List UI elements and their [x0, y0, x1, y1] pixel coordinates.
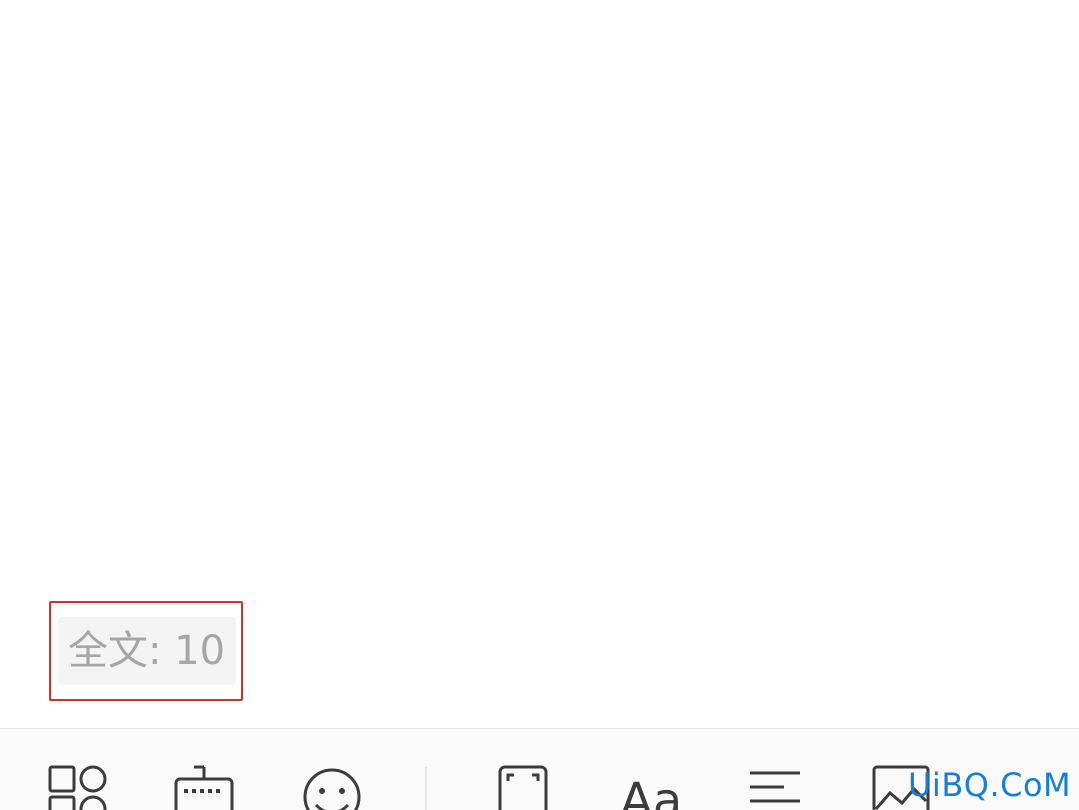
font-style-icon: Aa [620, 773, 682, 810]
fullscreen-button[interactable] [492, 765, 556, 810]
font-style-button[interactable]: Aa [618, 765, 682, 810]
align-button[interactable] [744, 765, 808, 810]
keyboard-icon [174, 765, 234, 810]
emoji-icon [303, 768, 361, 810]
watermark-logo: UiBQ.CoM [908, 766, 1072, 804]
apps-grid-button[interactable] [46, 765, 110, 810]
highlight-box [49, 601, 243, 701]
emoji-button[interactable] [300, 765, 364, 810]
font-style-glyph: Aa [620, 773, 682, 810]
align-left-icon [750, 771, 800, 803]
keyboard-button[interactable] [172, 765, 236, 810]
toolbar-divider [425, 767, 427, 810]
fullscreen-icon [498, 765, 548, 810]
page: 全文: 10 Aa UiBQ.CoM [0, 0, 1079, 810]
apps-grid-icon [48, 765, 107, 810]
